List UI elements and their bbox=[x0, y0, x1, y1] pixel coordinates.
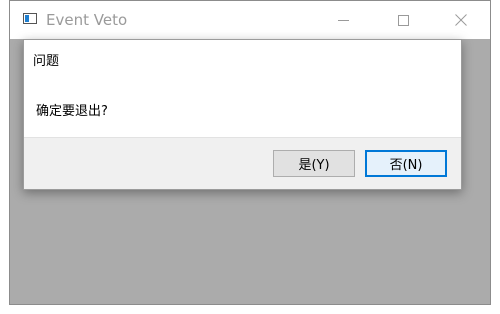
close-button[interactable] bbox=[438, 1, 484, 39]
no-button[interactable]: 否(N) bbox=[365, 150, 447, 177]
app-window-icon bbox=[23, 13, 37, 24]
maximize-icon bbox=[397, 14, 409, 26]
maximize-button[interactable] bbox=[380, 1, 426, 39]
dialog-button-bar: 是(Y) 否(N) bbox=[24, 137, 461, 189]
yes-button[interactable]: 是(Y) bbox=[273, 150, 355, 177]
minimize-button[interactable] bbox=[320, 1, 366, 39]
title-bar[interactable]: Event Veto bbox=[10, 1, 490, 39]
close-icon bbox=[455, 14, 467, 26]
question-dialog: 问题 确定要退出? 是(Y) 否(N) bbox=[23, 39, 462, 190]
minimize-icon bbox=[337, 19, 349, 21]
window-title: Event Veto bbox=[46, 11, 128, 29]
dialog-title: 问题 bbox=[33, 54, 60, 69]
dialog-message: 确定要退出? bbox=[36, 104, 108, 119]
